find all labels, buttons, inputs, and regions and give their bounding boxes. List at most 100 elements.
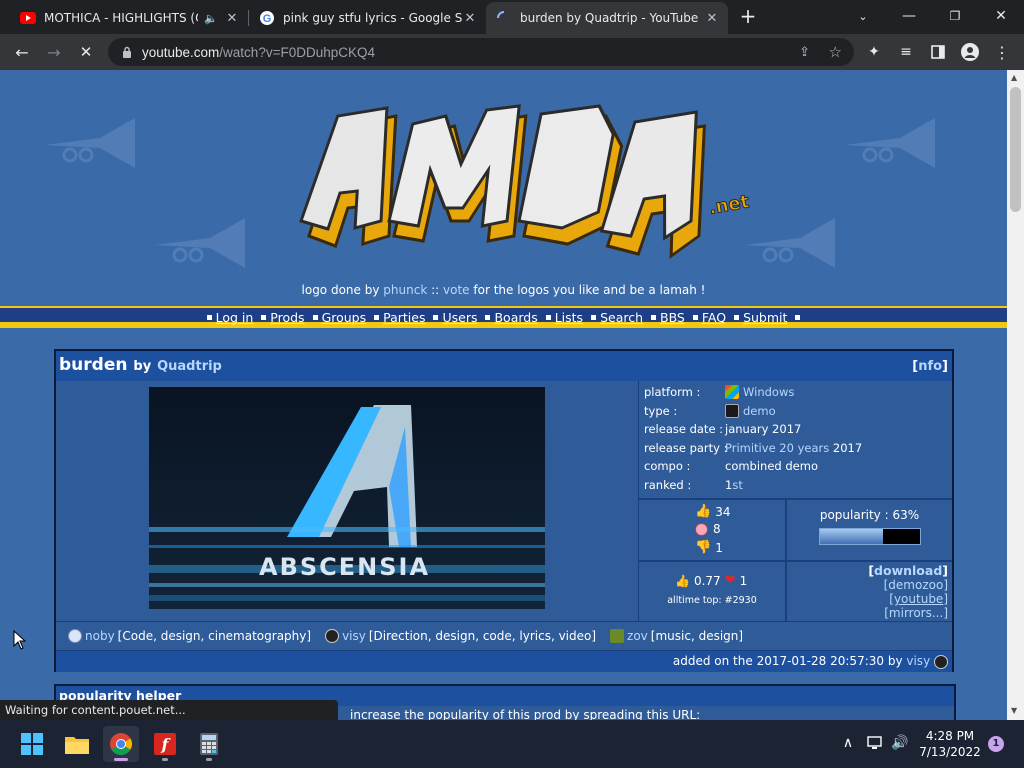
main-nav: Log in Prods Groups Parties Users Boards… xyxy=(0,310,1007,325)
show-hidden-icons-chevron-icon[interactable]: ∧ xyxy=(839,734,857,752)
group-link[interactable]: Quadtrip xyxy=(157,359,222,374)
running-indicator xyxy=(206,758,212,761)
nav-boards[interactable]: Boards xyxy=(494,310,537,325)
nav-log-in[interactable]: Log in xyxy=(216,310,254,325)
popularity-panel: popularity : 63% xyxy=(787,500,952,560)
logo-net-text: .net xyxy=(707,191,750,219)
info-release-date: release date : january 2017 xyxy=(644,420,952,439)
menu-kebab-icon[interactable]: ⋮ xyxy=(988,38,1016,66)
page-scrollbar[interactable]: ▲ ▼ xyxy=(1007,70,1024,720)
taskbar-clock[interactable]: 4:28 PM 7/13/2022 xyxy=(910,728,990,760)
info-ranked: ranked : 1st xyxy=(644,476,952,495)
release-date-value: january 2017 xyxy=(725,422,802,436)
nav-submit[interactable]: Submit xyxy=(743,310,787,325)
close-tab-icon[interactable]: ✕ xyxy=(462,11,478,26)
share-icon[interactable]: ⇪ xyxy=(799,45,810,60)
new-tab-button[interactable]: + xyxy=(734,2,762,30)
forward-button[interactable]: → xyxy=(40,38,68,66)
screenshot-cell: ABSCENSIA xyxy=(56,381,638,621)
vote-piggie: 8 xyxy=(695,522,721,536)
flash-taskbar-button[interactable]: f xyxy=(147,726,183,762)
nav-faq[interactable]: FAQ xyxy=(702,310,726,325)
credit-user-link[interactable]: zov xyxy=(627,629,648,643)
lock-icon[interactable] xyxy=(120,46,134,58)
close-tab-icon[interactable]: ✕ xyxy=(704,11,720,26)
nfo-link[interactable]: nfo xyxy=(918,359,942,374)
average-score: 0.77 xyxy=(693,573,721,588)
site-logo[interactable]: .net xyxy=(290,86,750,286)
download-link[interactable]: download xyxy=(874,563,942,578)
votes-panel: 👍 34 8 👎 1 xyxy=(639,500,785,560)
youtube-link[interactable]: youtube xyxy=(894,592,943,606)
tab-search-icon[interactable]: ⌄ xyxy=(840,0,886,32)
info-platform: platform : Windows xyxy=(644,383,952,402)
scroll-thumb[interactable] xyxy=(1010,87,1021,212)
audio-playing-icon[interactable]: 🔈 xyxy=(204,12,218,25)
credit-role: [Code, design, cinematography] xyxy=(117,629,312,643)
popularity-helper-text: increase the popularity of this prod by … xyxy=(350,708,701,720)
media-control-icon[interactable]: ≡ xyxy=(892,38,920,66)
notification-badge[interactable]: 1 xyxy=(988,736,1004,752)
type-link[interactable]: demo xyxy=(743,402,776,420)
user-avatar-icon xyxy=(934,654,948,669)
popularity-label: popularity : 63% xyxy=(819,508,920,522)
extensions-puzzle-icon[interactable]: ✦ xyxy=(860,38,888,66)
logo-author-link[interactable]: phunck xyxy=(383,283,427,297)
nav-parties[interactable]: Parties xyxy=(383,310,425,325)
cdc-heart-icon: ❤ xyxy=(724,573,736,588)
vote-logos-link[interactable]: vote xyxy=(443,283,470,297)
clock-date: 7/13/2022 xyxy=(919,745,981,759)
nav-lists[interactable]: Lists xyxy=(555,310,583,325)
nav-users[interactable]: Users xyxy=(442,310,477,325)
scroll-up-arrow-icon[interactable]: ▲ xyxy=(1011,73,1017,82)
url-text[interactable]: youtube.com/watch?v=F0DDuhpCKQ4 xyxy=(142,45,375,60)
file-explorer-button[interactable] xyxy=(59,726,95,762)
nav-prods[interactable]: Prods xyxy=(270,310,304,325)
user-avatar-icon xyxy=(68,629,82,643)
credit-user-link[interactable]: noby xyxy=(85,629,115,643)
prod-screenshot[interactable]: ABSCENSIA xyxy=(149,387,545,609)
close-window-button[interactable]: ✕ xyxy=(978,0,1024,32)
side-panel-icon[interactable] xyxy=(924,38,952,66)
tab-burden-youtube[interactable]: burden by Quadtrip - YouTube ✕ xyxy=(486,2,728,34)
close-tab-icon[interactable]: ✕ xyxy=(224,11,240,26)
platform-link[interactable]: Windows xyxy=(743,383,794,401)
nav-search[interactable]: Search xyxy=(600,310,643,325)
status-bubble: Waiting for content.pouet.net... xyxy=(0,700,338,722)
mirrors-link[interactable]: mirrors... xyxy=(889,606,943,620)
back-button[interactable]: ← xyxy=(8,38,36,66)
volume-icon[interactable]: 🔊 xyxy=(891,734,909,752)
stop-loading-button[interactable]: ✕ xyxy=(72,38,100,66)
scroll-down-arrow-icon[interactable]: ▼ xyxy=(1011,706,1017,715)
chrome-taskbar-button[interactable] xyxy=(103,726,139,762)
calculator-taskbar-button[interactable] xyxy=(191,726,227,762)
restore-button[interactable]: ❐ xyxy=(932,0,978,32)
trumpet-watermark-icon xyxy=(845,118,935,168)
info-label: compo : xyxy=(644,459,691,473)
chrome-icon xyxy=(110,733,132,755)
added-by-row: added on the 2017-01-28 20:57:30 by visy xyxy=(56,651,952,672)
nav-groups[interactable]: Groups xyxy=(322,310,367,325)
tab-google-search[interactable]: G pink guy stfu lyrics - Google Sear ✕ xyxy=(249,2,486,34)
added-by-user-link[interactable]: visy xyxy=(906,654,930,668)
info-type: type : demo xyxy=(644,402,952,421)
address-bar[interactable]: youtube.com/watch?v=F0DDuhpCKQ4 ⇪ ☆ xyxy=(108,38,854,66)
release-party-link[interactable]: Primitive 20 years xyxy=(725,439,829,457)
piggie-count: 8 xyxy=(713,522,721,536)
credits-row: noby [Code, design, cinematography] visy… xyxy=(56,622,952,650)
start-button[interactable] xyxy=(14,726,50,762)
credit-user-link[interactable]: visy xyxy=(342,629,366,643)
prod-info-panel: platform : Windows type : demo release d… xyxy=(639,381,952,498)
nfo-link-wrap: [nfo] xyxy=(912,359,948,374)
demozoo-link[interactable]: demozoo xyxy=(888,578,943,592)
network-icon[interactable] xyxy=(866,734,884,752)
credit-item: zov [music, design] xyxy=(610,629,743,643)
ranked-link[interactable]: st xyxy=(732,476,743,494)
minimize-button[interactable]: — xyxy=(886,0,932,32)
mirrors-link-wrap: [mirrors...] xyxy=(884,606,948,620)
tab-mothica[interactable]: MOTHICA - HIGHLIGHTS (Of 🔈 ✕ xyxy=(0,2,248,34)
bookmark-star-icon[interactable]: ☆ xyxy=(829,43,842,61)
nav-bbs[interactable]: BBS xyxy=(660,310,685,325)
vote-sucks: 👎 1 xyxy=(695,540,723,555)
profile-avatar-icon[interactable] xyxy=(956,38,984,66)
